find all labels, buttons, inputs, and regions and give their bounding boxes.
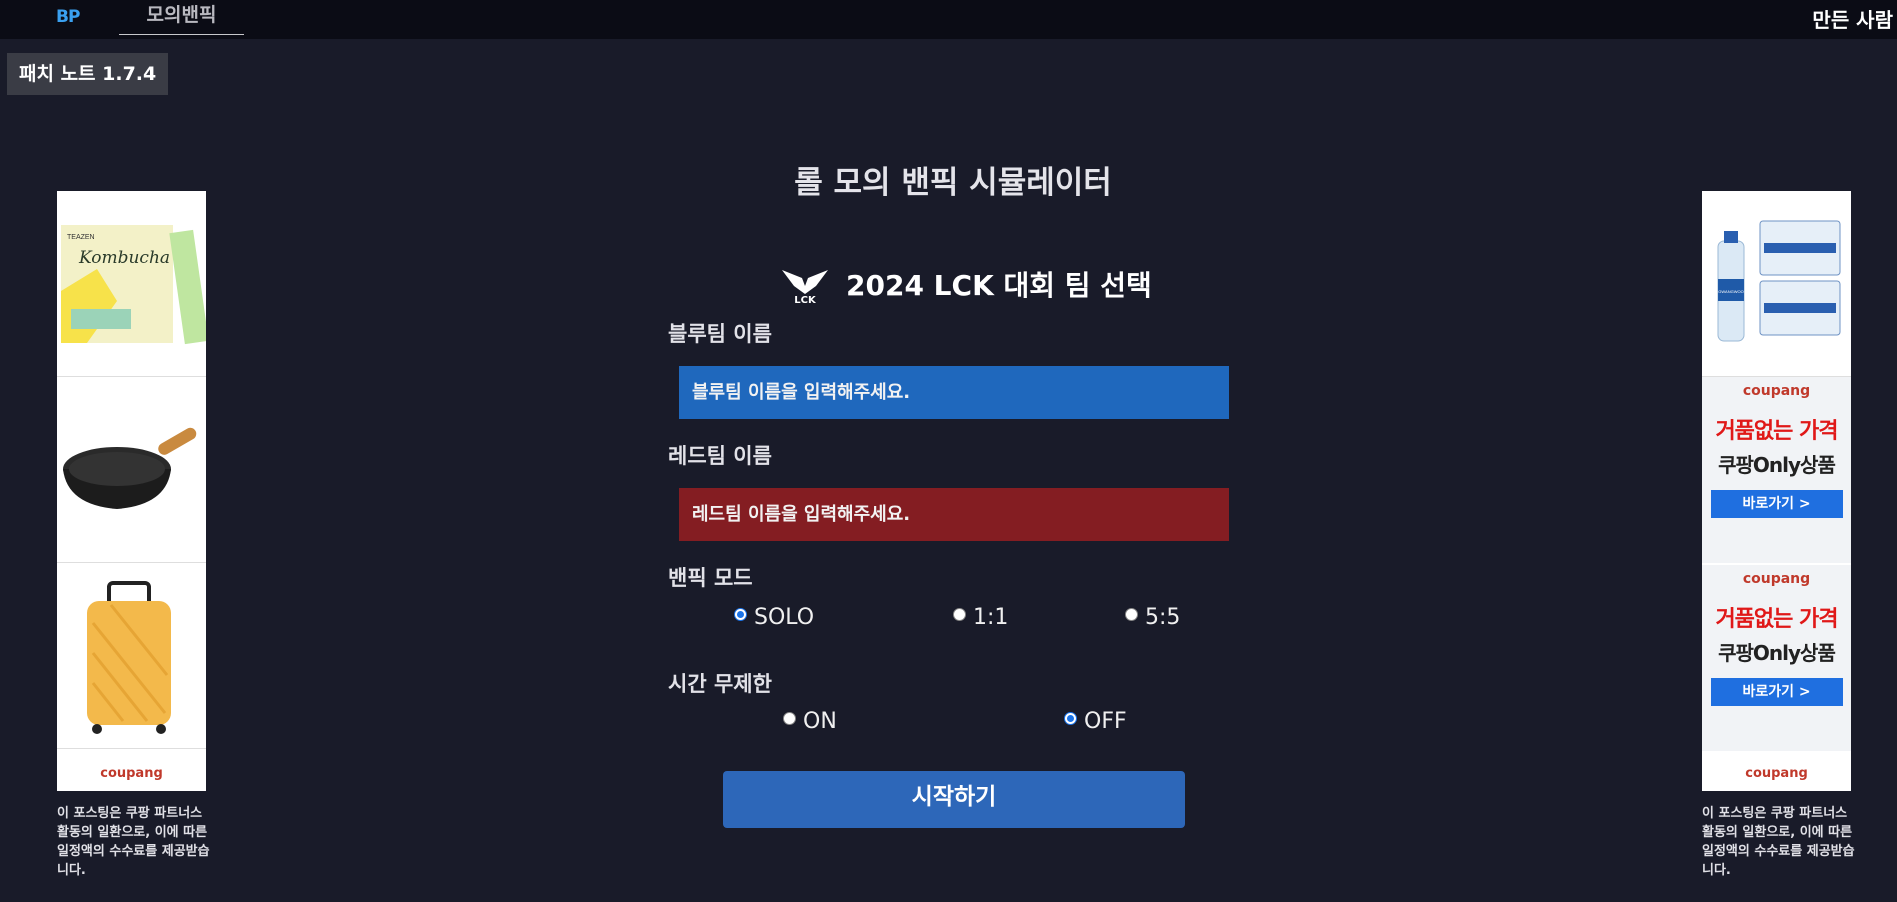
blue-team-name-input[interactable] bbox=[679, 366, 1229, 419]
coupang-logo: coupang bbox=[57, 757, 206, 791]
team-select-title: 2024 LCK 대회 팀 선택 bbox=[846, 269, 1152, 302]
left-ad-disclaimer: 이 포스팅은 쿠팡 파트너스 활동의 일환으로, 이에 따른 일정액의 수수료를… bbox=[57, 806, 210, 878]
ad-product-frying-pan[interactable] bbox=[57, 377, 206, 563]
kombucha-product-image: TEAZEN Kombucha bbox=[57, 191, 206, 376]
promo-brand: coupang bbox=[1742, 571, 1811, 587]
right-ad-disclaimer: 이 포스팅은 쿠팡 파트너스 활동의 일환으로, 이에 따른 일정액의 수수료를… bbox=[1702, 806, 1855, 878]
radio-unselected-icon bbox=[1125, 608, 1138, 621]
kombucha-name-text: Kombucha bbox=[78, 248, 170, 268]
promo-subline: 쿠팡Only상품 bbox=[1718, 453, 1836, 477]
site-logo[interactable]: BP bbox=[56, 7, 80, 27]
promo-go-button[interactable]: 바로가기 > bbox=[1710, 678, 1843, 706]
red-team-name-input[interactable] bbox=[679, 488, 1229, 541]
tab-mock-banpick[interactable]: 모의밴픽 bbox=[119, 0, 244, 35]
coupang-logo: coupang bbox=[1702, 757, 1851, 791]
promo-subline: 쿠팡Only상품 bbox=[1718, 641, 1836, 665]
time-on-label: ON bbox=[803, 709, 837, 734]
team-select-header: LCK 2024 LCK 대회 팀 선택 bbox=[780, 263, 1152, 305]
banpick-mode-label: 밴픽 모드 bbox=[668, 566, 753, 590]
mode-5v5-radio[interactable]: 5:5 bbox=[1125, 605, 1180, 630]
time-off-label: OFF bbox=[1084, 709, 1127, 734]
maker-link[interactable]: 만든 사람 bbox=[1812, 4, 1893, 33]
mode-solo-label: SOLO bbox=[754, 605, 815, 630]
frying-pan-product-image bbox=[57, 377, 206, 562]
water-brand-text: GWANGWOO bbox=[1718, 289, 1743, 294]
unlimited-time-label: 시간 무제한 bbox=[668, 672, 772, 696]
promo-brand: coupang bbox=[1742, 383, 1811, 399]
promo-go-button[interactable]: 바로가기 > bbox=[1710, 490, 1843, 518]
coupang-promo-banner-2[interactable]: coupang 거품없는 가격 쿠팡Only상품 바로가기 > bbox=[1702, 565, 1851, 751]
ad-product-water[interactable]: GWANGWOO bbox=[1702, 191, 1851, 377]
mode-1v1-radio[interactable]: 1:1 bbox=[953, 605, 1008, 630]
time-off-radio[interactable]: OFF bbox=[1064, 709, 1127, 734]
radio-selected-icon bbox=[734, 608, 747, 621]
red-team-label: 레드팀 이름 bbox=[668, 444, 772, 468]
radio-unselected-icon bbox=[953, 608, 966, 621]
water-bottles-product-image: GWANGWOO bbox=[1702, 191, 1851, 376]
page-title: 롤 모의 밴픽 시뮬레이터 bbox=[794, 165, 1112, 201]
mode-solo-radio[interactable]: SOLO bbox=[734, 605, 814, 630]
ad-product-suitcase[interactable] bbox=[57, 563, 206, 749]
mode-5v5-label: 5:5 bbox=[1145, 605, 1181, 630]
top-navigation-bar: BP 모의밴픽 만든 사람 bbox=[0, 0, 1897, 39]
radio-selected-icon bbox=[1064, 712, 1077, 725]
promo-headline: 거품없는 가격 bbox=[1715, 607, 1838, 632]
start-button[interactable]: 시작하기 bbox=[723, 771, 1185, 828]
kombucha-brand-text: TEAZEN bbox=[67, 234, 95, 241]
patch-note-button[interactable]: 패치 노트 1.7.4 bbox=[7, 53, 169, 95]
radio-unselected-icon bbox=[783, 712, 796, 725]
right-ad-banner[interactable]: GWANGWOO coupang 거품없는 가격 쿠팡Only상품 바로가기 >… bbox=[1702, 191, 1851, 791]
coupang-promo-banner-1[interactable]: coupang 거품없는 가격 쿠팡Only상품 바로가기 > bbox=[1702, 377, 1851, 563]
lck-logo-icon: LCK bbox=[782, 270, 828, 304]
time-on-radio[interactable]: ON bbox=[783, 709, 837, 734]
suitcase-product-image bbox=[57, 563, 206, 748]
promo-headline: 거품없는 가격 bbox=[1715, 419, 1838, 444]
blue-team-label: 블루팀 이름 bbox=[668, 322, 772, 346]
mode-1v1-label: 1:1 bbox=[973, 605, 1009, 630]
ad-product-kombucha[interactable]: TEAZEN Kombucha bbox=[57, 191, 206, 377]
lck-logo-text: LCK bbox=[794, 295, 817, 304]
left-ad-banner[interactable]: TEAZEN Kombucha coupang bbox=[57, 191, 206, 791]
